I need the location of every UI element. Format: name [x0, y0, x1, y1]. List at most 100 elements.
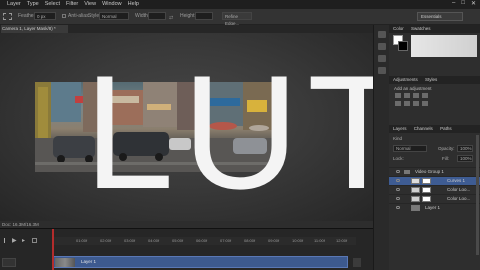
document-tab-bar: Camera 1, Layer Mask/8) *: [0, 25, 373, 33]
clip-label: Layer 1: [81, 259, 97, 264]
black-white-icon[interactable]: [422, 101, 428, 106]
layer-mask-thumbnail: [422, 196, 431, 202]
vibrance-icon[interactable]: [395, 101, 401, 106]
menu-layer[interactable]: Layer: [7, 1, 21, 7]
lut-title-overlay: LUT: [84, 42, 415, 223]
layer-name: Color Loo...: [447, 196, 471, 201]
visibility-eye-icon[interactable]: [396, 197, 400, 200]
tab-adjustments[interactable]: Adjustments: [393, 77, 418, 82]
adjustment-hint: Add an adjustment: [394, 86, 432, 91]
style-select[interactable]: Normal: [99, 12, 129, 20]
layer-filter-kind[interactable]: Kind: [393, 136, 402, 141]
history-icon[interactable]: [378, 31, 386, 38]
tick-label: 06:00f: [196, 238, 208, 243]
tick-label: 08:00f: [244, 238, 256, 243]
go-to-first-frame-icon[interactable]: [4, 238, 9, 243]
curves-thumbnail: [411, 178, 420, 184]
visibility-eye-icon[interactable]: [396, 170, 400, 173]
antialias-checkbox[interactable]: [62, 14, 66, 18]
fill-label: Fill:: [442, 156, 449, 161]
lock-label: Lock:: [393, 156, 404, 161]
lookup-thumbnail: [411, 196, 420, 202]
tick-label: 01:00f: [76, 238, 88, 243]
fill-input[interactable]: 100%: [457, 155, 473, 162]
film-icon[interactable]: [2, 258, 16, 267]
hue-saturation-icon[interactable]: [404, 101, 410, 106]
tick-label: 11:00f: [314, 238, 325, 243]
brightness-icon[interactable]: [395, 93, 401, 98]
right-panels: Color Swatches Adjustments Styles Add an…: [389, 25, 480, 270]
refine-edge-button[interactable]: Refine Edge...: [222, 12, 252, 26]
audio-icon[interactable]: [32, 238, 37, 243]
clip-thumbnail: [55, 258, 75, 267]
menu-help[interactable]: Help: [128, 1, 139, 7]
layer-mask-thumbnail: [422, 187, 431, 193]
layers-scrollbar[interactable]: [476, 135, 479, 255]
paragraph-icon[interactable]: [378, 67, 386, 74]
layer-row-color-lookup-1[interactable]: Color Loo...: [389, 185, 480, 194]
menu-list: Layer Type Select Filter View Window Hel…: [5, 1, 143, 7]
height-label: Height:: [180, 13, 196, 19]
height-input[interactable]: [195, 12, 213, 20]
properties-icon[interactable]: [378, 43, 386, 50]
opacity-label: Opacity:: [438, 146, 455, 151]
visibility-eye-icon[interactable]: [396, 188, 400, 191]
background-color-swatch[interactable]: [398, 41, 408, 51]
menu-filter[interactable]: Filter: [66, 1, 78, 7]
timeline-panel: ▶ ▸ 01:00f 02:00f 03:00f 04:00f 05:00f 0…: [0, 228, 373, 270]
levels-icon[interactable]: [404, 93, 410, 98]
workspace-select[interactable]: Essentials: [417, 12, 463, 21]
close-button[interactable]: ✕: [471, 0, 476, 7]
feather-input[interactable]: 0 px: [34, 12, 56, 20]
next-frame-icon[interactable]: ▸: [22, 237, 25, 244]
menu-bar: Layer Type Select Filter View Window Hel…: [0, 0, 480, 9]
layer-name: Curves 1: [447, 178, 466, 183]
opacity-input[interactable]: 100%: [457, 145, 473, 152]
tab-layers[interactable]: Layers: [393, 126, 407, 131]
menu-select[interactable]: Select: [45, 1, 60, 7]
layer-row-color-lookup-2[interactable]: Color Loo...: [389, 194, 480, 203]
exposure-icon[interactable]: [422, 93, 428, 98]
tab-channels[interactable]: Channels: [414, 126, 433, 131]
swap-icon[interactable]: ⇄: [169, 15, 173, 21]
menu-window[interactable]: Window: [102, 1, 122, 7]
color-spectrum[interactable]: [411, 35, 477, 57]
blend-mode-select[interactable]: Normal: [393, 145, 427, 152]
minimize-button[interactable]: –: [452, 0, 455, 7]
character-icon[interactable]: [378, 55, 386, 62]
visibility-eye-icon[interactable]: [396, 206, 400, 209]
maximize-button[interactable]: □: [461, 0, 465, 7]
marquee-tool-icon[interactable]: [3, 13, 12, 20]
layer-thumbnail: [411, 205, 420, 211]
tab-styles[interactable]: Styles: [425, 77, 437, 82]
playhead[interactable]: [52, 229, 54, 270]
layer-mask-thumbnail: [422, 178, 431, 184]
tick-label: 03:00f: [124, 238, 136, 243]
menu-view[interactable]: View: [84, 1, 96, 7]
layer-name: Color Loo...: [447, 187, 471, 192]
color-balance-icon[interactable]: [413, 101, 419, 106]
tab-paths[interactable]: Paths: [440, 126, 452, 131]
layers-panel-header: Layers Channels Paths: [389, 125, 480, 133]
tick-label: 05:00f: [172, 238, 184, 243]
layer-row-video-group[interactable]: Video Group 1: [389, 167, 480, 176]
folder-icon: [404, 170, 410, 174]
curves-icon[interactable]: [413, 93, 419, 98]
tick-label: 04:00f: [148, 238, 160, 243]
timeline-clip[interactable]: Layer 1: [52, 256, 348, 268]
visibility-eye-icon[interactable]: [396, 179, 400, 182]
width-input[interactable]: [148, 12, 166, 20]
layer-row-layer-1[interactable]: Layer 1: [389, 203, 480, 212]
play-icon[interactable]: ▶: [12, 237, 17, 244]
menu-type[interactable]: Type: [27, 1, 39, 7]
time-ruler[interactable]: 01:00f 02:00f 03:00f 04:00f 05:00f 06:00…: [52, 237, 356, 245]
tick-label: 10:00f: [292, 238, 304, 243]
window-controls: – □ ✕: [452, 0, 476, 7]
tick-label: 12:00f: [336, 238, 348, 243]
tab-swatches[interactable]: Swatches: [411, 26, 431, 31]
document-tab[interactable]: Camera 1, Layer Mask/8) *: [1, 25, 68, 33]
tick-label: 09:00f: [268, 238, 280, 243]
layer-row-curves[interactable]: Curves 1: [389, 176, 480, 185]
tab-color[interactable]: Color: [393, 26, 404, 31]
add-media-icon[interactable]: [353, 258, 361, 267]
